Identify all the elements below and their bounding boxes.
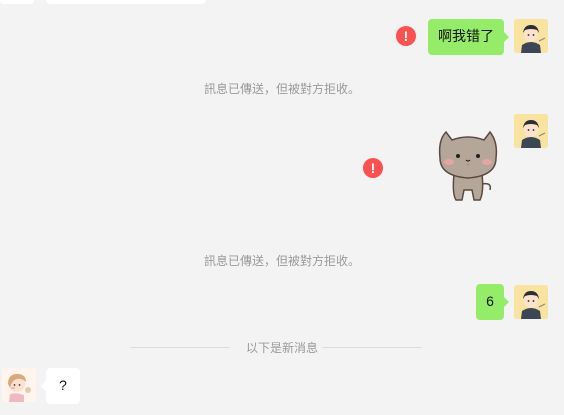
my-avatar[interactable] [514,285,548,319]
divider-line-right [322,347,422,348]
cat-sticker-icon [438,130,498,201]
system-notice-rejected: 訊息已傳送，但被對方拒收。 [203,82,360,96]
system-notice-rejected: 訊息已傳送，但被對方拒收。 [203,254,360,268]
my-avatar[interactable] [514,114,548,148]
avatar-girl-icon [2,368,36,402]
contact-avatar[interactable] [2,368,36,402]
send-failed-icon[interactable]: ! [396,26,416,46]
message-bubble[interactable]: 啊我错了 [428,19,509,55]
send-failed-icon[interactable]: ! [363,158,383,178]
message-bubble[interactable]: 6 [476,284,509,320]
message-bubble[interactable]: ? [41,368,80,404]
cat-sticker[interactable] [432,124,504,204]
previous-avatar-partial [0,0,34,4]
avatar-boy-icon [514,19,548,53]
my-avatar[interactable] [514,19,548,53]
avatar-boy-icon [514,285,548,319]
new-messages-divider: 以下是新消息 [245,341,318,355]
avatar-boy-icon [514,114,548,148]
previous-message-partial [46,0,206,4]
